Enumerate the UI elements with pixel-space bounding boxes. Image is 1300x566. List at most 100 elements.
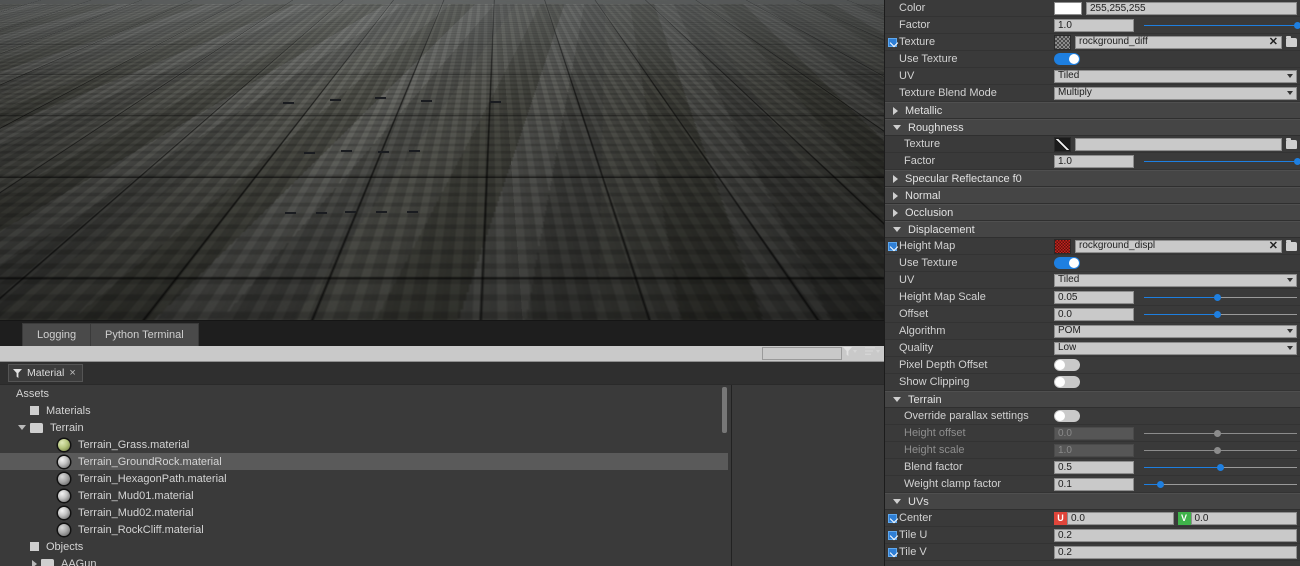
texture-thumbnail[interactable] xyxy=(1054,34,1071,50)
asset-tree-row[interactable]: Assets xyxy=(0,385,728,402)
tab-python-terminal[interactable]: Python Terminal xyxy=(90,323,199,347)
property-slider[interactable] xyxy=(1144,19,1300,32)
filter-icon[interactable] xyxy=(843,347,857,356)
texture-thumbnail-empty[interactable] xyxy=(1054,136,1071,152)
property-slider[interactable] xyxy=(1144,478,1297,491)
texture-name-field[interactable]: rockground_diff ✕ xyxy=(1075,35,1282,49)
property-row-override-parallax-settings: Override parallax settings xyxy=(885,408,1300,425)
uv-center-u-field[interactable]: 0.0 xyxy=(1067,511,1174,525)
property-slider[interactable] xyxy=(1144,461,1297,474)
asset-tree-row[interactable]: Materials xyxy=(0,402,728,419)
property-row-tile-v: Tile V 0.2 xyxy=(885,544,1300,561)
list-options-icon[interactable] xyxy=(865,347,880,356)
3d-viewport[interactable] xyxy=(0,0,884,320)
property-slider[interactable] xyxy=(1144,291,1297,304)
numeric-field[interactable]: 1.0 xyxy=(1054,18,1134,32)
section-header-uvs[interactable]: UVs xyxy=(885,493,1300,510)
filter-chip-close-icon[interactable]: × xyxy=(69,365,75,382)
slider-handle[interactable] xyxy=(1213,311,1221,318)
chevron-down-icon[interactable] xyxy=(18,425,26,430)
section-header-displacement[interactable]: Displacement xyxy=(885,221,1300,238)
asset-tree-row[interactable]: Terrain_HexagonPath.material xyxy=(0,470,728,487)
chevron-right-icon[interactable] xyxy=(32,559,37,566)
texture-thumbnail[interactable] xyxy=(1054,238,1071,254)
property-slider[interactable] xyxy=(1144,308,1297,321)
asset-tree-row[interactable]: Terrain_Mud01.material xyxy=(0,487,728,504)
numeric-field[interactable]: 0.0 xyxy=(1054,307,1134,321)
clear-texture-icon[interactable]: ✕ xyxy=(1265,36,1278,48)
property-row-uv: UV Tiled xyxy=(885,272,1300,289)
color-value-field[interactable]: 255,255,255 xyxy=(1086,1,1297,15)
folder-browse-icon[interactable] xyxy=(1286,35,1297,47)
folder-browse-icon[interactable] xyxy=(1286,137,1297,149)
dropdown-select[interactable]: Tiled xyxy=(1054,273,1297,287)
asset-tree[interactable]: Assets Materials Terrain Terrain_Grass.mate… xyxy=(0,385,728,566)
slider-handle[interactable] xyxy=(1293,158,1300,165)
property-row-tile-u: Tile U 0.2 xyxy=(885,527,1300,544)
clear-texture-icon[interactable]: ✕ xyxy=(1265,240,1278,252)
toggle-switch[interactable] xyxy=(1054,376,1080,388)
slider-handle[interactable] xyxy=(1157,481,1165,488)
slider-handle[interactable] xyxy=(1213,294,1221,301)
dropdown-select[interactable]: Multiply xyxy=(1054,86,1297,100)
asset-tree-scrollbar[interactable] xyxy=(722,387,727,433)
asset-tree-row[interactable]: Objects xyxy=(0,538,728,555)
section-header-specular-reflectance-f0[interactable]: Specular Reflectance f0 xyxy=(885,170,1300,187)
asset-tree-row[interactable]: AAGun xyxy=(0,555,728,566)
section-header-roughness[interactable]: Roughness xyxy=(885,119,1300,136)
asset-search-input[interactable] xyxy=(762,347,842,360)
numeric-field[interactable]: 0.2 xyxy=(1054,545,1297,559)
property-control: Tiled xyxy=(1054,69,1297,83)
viewport-marker-dash xyxy=(285,212,296,214)
property-row-height-scale: Height scale 1.0 xyxy=(885,442,1300,459)
numeric-field[interactable]: 1.0 xyxy=(1054,154,1134,168)
bottom-panel-tabs: Logging Python Terminal xyxy=(0,320,884,347)
texture-link-icon[interactable] xyxy=(888,241,897,251)
texture-link-icon[interactable] xyxy=(888,547,897,557)
folder-browse-icon[interactable] xyxy=(1286,239,1297,251)
section-header-metallic[interactable]: Metallic xyxy=(885,102,1300,119)
asset-tree-row[interactable]: Terrain xyxy=(0,419,728,436)
section-header-normal[interactable]: Normal xyxy=(885,187,1300,204)
property-control: 0.0 xyxy=(1054,426,1297,440)
property-control: 0.05 xyxy=(1054,290,1297,304)
texture-name-field[interactable] xyxy=(1075,137,1282,151)
property-slider[interactable] xyxy=(1144,155,1300,168)
numeric-field[interactable]: 0.05 xyxy=(1054,290,1134,304)
texture-link-icon[interactable] xyxy=(888,513,897,523)
material-properties-panel[interactable]: Color 255,255,255 Factor 1.0 Texture rockgrou… xyxy=(884,0,1300,566)
slider-handle[interactable] xyxy=(1217,464,1224,471)
property-control: Low xyxy=(1054,341,1297,355)
section-header-occlusion[interactable]: Occlusion xyxy=(885,204,1300,221)
toggle-switch[interactable] xyxy=(1054,410,1080,422)
slider-handle[interactable] xyxy=(1293,22,1300,29)
property-row-texture: Texture rockground_diff ✕ xyxy=(885,34,1300,51)
texture-link-icon[interactable] xyxy=(888,37,897,47)
section-header-terrain[interactable]: Terrain xyxy=(885,391,1300,408)
asset-tree-label: Terrain xyxy=(50,421,84,434)
asset-tree-row[interactable]: Terrain_RockCliff.material xyxy=(0,521,728,538)
asset-tree-row[interactable]: Terrain_Mud02.material xyxy=(0,504,728,521)
tab-logging[interactable]: Logging xyxy=(22,323,92,347)
asset-tree-row-selected[interactable]: Terrain_GroundRock.material xyxy=(0,453,728,470)
asset-tree-row[interactable]: Terrain_Grass.material xyxy=(0,436,728,453)
property-row-weight-clamp-factor: Weight clamp factor 0.1 xyxy=(885,476,1300,493)
dropdown-select[interactable]: Tiled xyxy=(1054,69,1297,83)
toggle-switch[interactable] xyxy=(1054,53,1080,65)
dropdown-select[interactable]: Low xyxy=(1054,341,1297,355)
dropdown-select[interactable]: POM xyxy=(1054,324,1297,338)
uv-center-v-field[interactable]: 0.0 xyxy=(1190,511,1297,525)
viewport-marker-dash xyxy=(378,151,389,153)
texture-link-icon[interactable] xyxy=(888,530,897,540)
property-label: Quality xyxy=(899,342,934,354)
chevron-down-icon xyxy=(1287,74,1293,78)
numeric-field[interactable]: 0.1 xyxy=(1054,477,1134,491)
toggle-switch[interactable] xyxy=(1054,359,1080,371)
property-row-height-map: Height Map rockground_displ ✕ xyxy=(885,238,1300,255)
toggle-switch[interactable] xyxy=(1054,257,1080,269)
color-swatch[interactable] xyxy=(1054,1,1082,15)
filter-chip-material[interactable]: Material × xyxy=(8,364,83,382)
numeric-field[interactable]: 0.2 xyxy=(1054,528,1297,542)
numeric-field[interactable]: 0.5 xyxy=(1054,460,1134,474)
texture-name-field[interactable]: rockground_displ ✕ xyxy=(1075,239,1282,253)
